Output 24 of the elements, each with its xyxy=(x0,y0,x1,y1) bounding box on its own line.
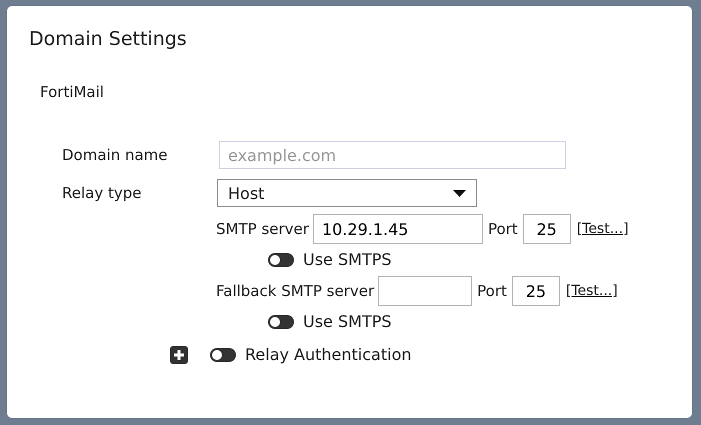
toggle-label: Use SMTPS xyxy=(303,250,392,269)
server-field[interactable] xyxy=(378,276,472,306)
plus-icon[interactable] xyxy=(170,346,188,364)
field-label: Port xyxy=(477,282,507,300)
section-heading: FortiMail xyxy=(40,83,105,101)
field-label: Domain name xyxy=(62,146,169,164)
field-label: Port xyxy=(488,220,518,238)
test-link[interactable]: [Test...] xyxy=(566,283,618,299)
relay-type-dropdown[interactable]: Host xyxy=(217,179,477,207)
domain-name-field[interactable]: example.com xyxy=(219,141,566,169)
toggle-label: Relay Authentication xyxy=(245,345,412,364)
field-label: Fallback SMTP server xyxy=(216,282,374,300)
port-field[interactable]: 25 xyxy=(512,276,560,306)
port-field[interactable]: 25 xyxy=(522,214,571,244)
caret-icon xyxy=(453,190,466,196)
field-label: Relay type xyxy=(62,184,142,202)
toggle-switch[interactable] xyxy=(268,314,294,328)
field-label: SMTP server xyxy=(216,220,309,238)
server-field[interactable]: 10.29.1.45 xyxy=(312,214,483,244)
panel-title: Domain Settings xyxy=(29,28,188,50)
toggle-switch[interactable] xyxy=(268,252,294,266)
test-link[interactable]: [Test...] xyxy=(576,221,629,237)
toggle-label: Use SMTPS xyxy=(303,312,392,331)
toggle-switch[interactable] xyxy=(210,348,236,362)
